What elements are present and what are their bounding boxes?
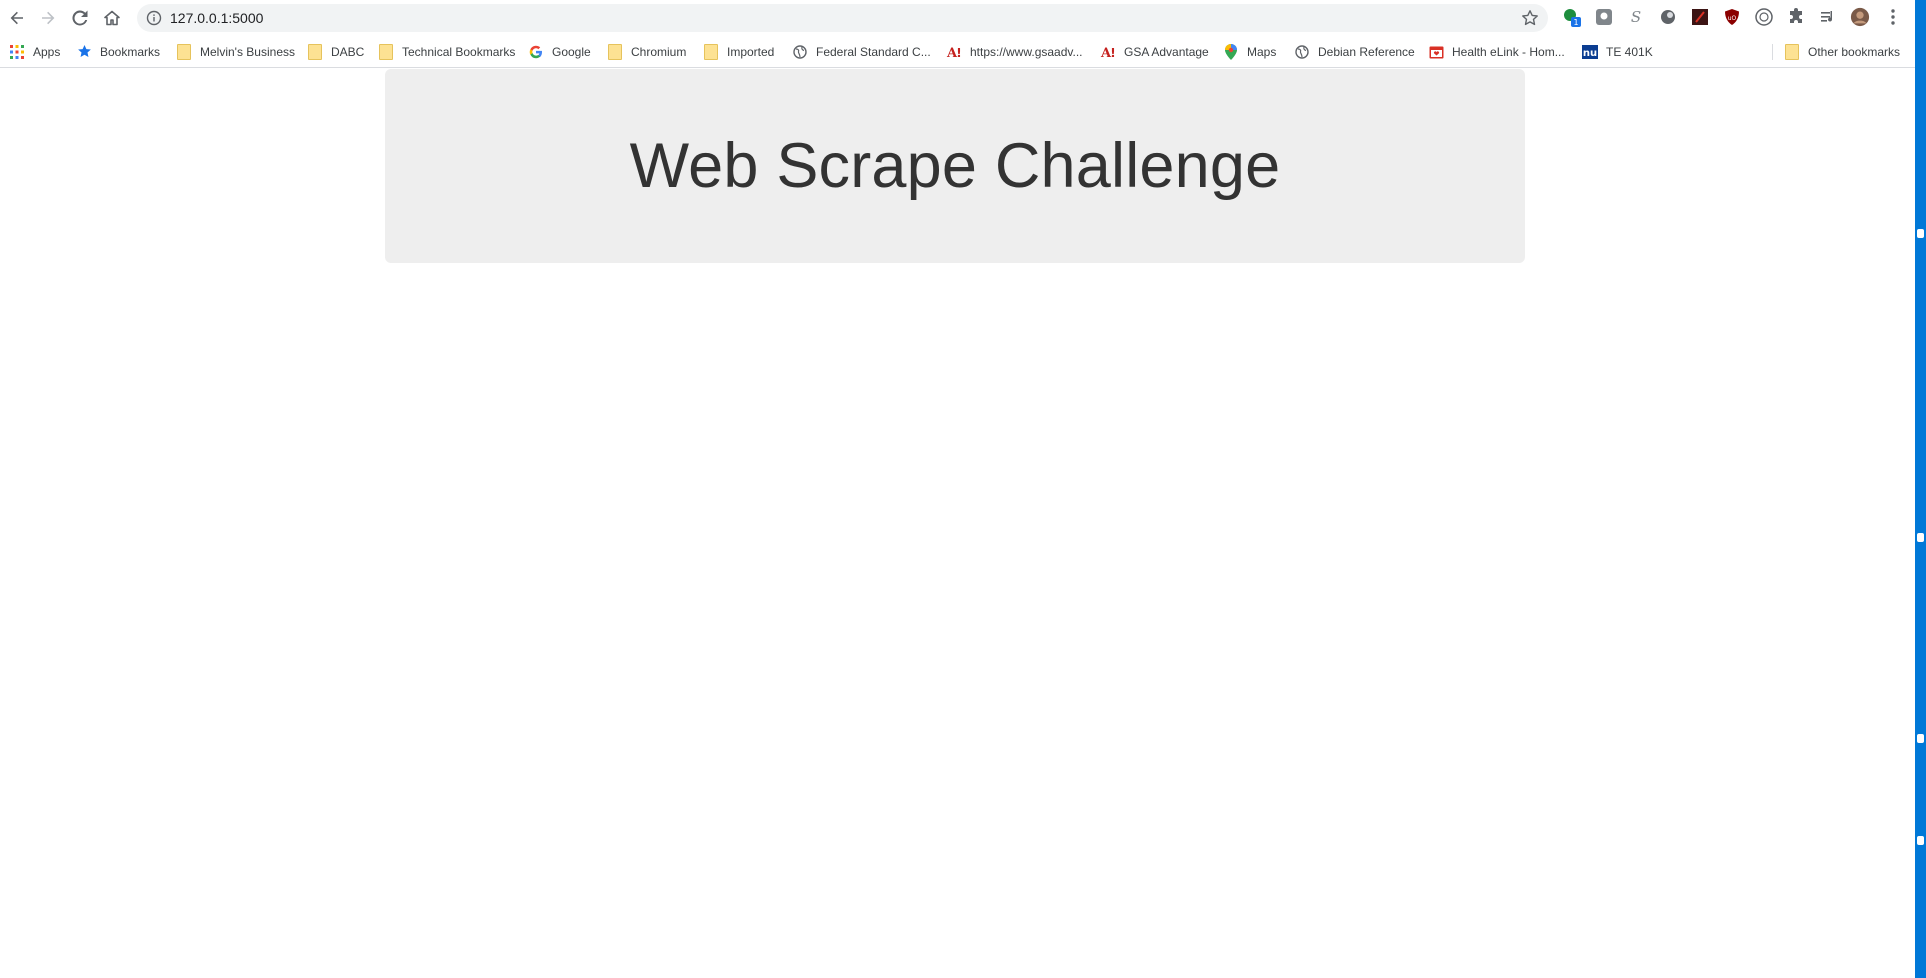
- blue-star-icon: [76, 44, 92, 60]
- bookmark-label: Technical Bookmarks: [402, 44, 516, 59]
- bookmark-label: TE 401K: [1606, 44, 1653, 59]
- bookmark-label: https://www.gsaadv...: [970, 44, 1083, 59]
- green-dot-extension-icon[interactable]: 1: [1562, 7, 1582, 27]
- page-title: Web Scrape Challenge: [629, 131, 1281, 201]
- bookmark-federal-standard[interactable]: Federal Standard C...: [792, 36, 931, 67]
- home-button[interactable]: [98, 4, 126, 32]
- edge-glyph: [1917, 836, 1924, 845]
- puzzle-icon[interactable]: [1786, 7, 1806, 27]
- bookmark-debian-reference[interactable]: Debian Reference: [1294, 36, 1415, 67]
- back-button[interactable]: [3, 4, 31, 32]
- bookmark-health-elink[interactable]: Health eLink - Hom...: [1428, 36, 1565, 67]
- browser-toolbar: 127.0.0.1:5000 1 S uO: [0, 0, 1915, 36]
- bookmark-google[interactable]: Google: [528, 36, 591, 67]
- folder-icon: [378, 43, 394, 60]
- folder-icon: [176, 43, 192, 60]
- extension-badge: 1: [1573, 18, 1578, 27]
- edge-glyph: [1917, 229, 1924, 238]
- maps-pin-icon: [1223, 43, 1239, 60]
- bookmark-other-bookmarks[interactable]: Other bookmarks: [1784, 36, 1900, 67]
- edge-glyph: [1917, 734, 1924, 743]
- profile-avatar[interactable]: [1850, 7, 1870, 27]
- google-g-icon: [528, 44, 544, 60]
- nu-icon: nu: [1582, 44, 1598, 60]
- reload-icon: [72, 10, 88, 26]
- bookmark-folder-imported[interactable]: Imported: [703, 36, 774, 67]
- svg-text:!: !: [1110, 46, 1115, 59]
- bookmark-folder-dabc[interactable]: DABC: [307, 36, 364, 67]
- gsa-a-icon: A !: [1100, 44, 1116, 60]
- bookmark-bookmarks[interactable]: Bookmarks: [76, 36, 160, 67]
- url-text[interactable]: 127.0.0.1:5000: [170, 4, 263, 32]
- bookmark-folder-technical-bookmarks[interactable]: Technical Bookmarks: [378, 36, 515, 67]
- bookmark-label: Federal Standard C...: [816, 44, 931, 59]
- edge-glyph: [1917, 533, 1924, 542]
- arrow-right-icon: [42, 11, 55, 25]
- bookmark-te-401k[interactable]: nu TE 401K: [1582, 36, 1653, 67]
- bookmark-star-icon[interactable]: [1521, 9, 1539, 27]
- red-calendar-icon: [1428, 44, 1444, 60]
- bookmark-label: Google: [552, 44, 591, 59]
- jumbotron: Web Scrape Challenge: [385, 69, 1525, 263]
- bookmark-label: DABC: [331, 44, 365, 59]
- media-queue-icon[interactable]: [1818, 7, 1838, 27]
- svg-text:S: S: [1631, 8, 1641, 26]
- bookmark-gsaadv-url[interactable]: A ! https://www.gsaadv...: [946, 36, 1083, 67]
- reload-button[interactable]: [66, 4, 94, 32]
- bookmarks-bar: Apps Bookmarks Melvin's Business DABC Te…: [0, 36, 1915, 68]
- bookmarks-separator: [1772, 44, 1773, 60]
- globe-icon: [1294, 44, 1310, 60]
- apps-grid-icon: [9, 44, 25, 60]
- forward-button[interactable]: [34, 4, 62, 32]
- folder-icon: [1784, 43, 1800, 60]
- arrow-left-icon: [10, 11, 23, 25]
- bookmark-gsa-advantage[interactable]: A ! GSA Advantage: [1100, 36, 1209, 67]
- kebab-menu-icon[interactable]: [1883, 7, 1903, 27]
- bookmark-label: Apps: [33, 44, 61, 59]
- bookmark-folder-chromium[interactable]: Chromium: [607, 36, 686, 67]
- folder-icon: [307, 43, 323, 60]
- bookmark-maps[interactable]: Maps: [1223, 36, 1276, 67]
- bookmark-label: Other bookmarks: [1808, 44, 1901, 59]
- bookmark-apps[interactable]: Apps: [9, 36, 60, 67]
- circle-outline-extension-icon[interactable]: [1754, 7, 1774, 27]
- grey-square-extension-icon[interactable]: [1594, 7, 1614, 27]
- bookmark-label: Chromium: [631, 44, 687, 59]
- svg-text:!: !: [956, 46, 961, 59]
- svg-text:uO: uO: [1728, 15, 1737, 22]
- bookmark-folder-melvins-business[interactable]: Melvin's Business: [176, 36, 295, 67]
- grey-circle-extension-icon[interactable]: [1658, 7, 1678, 27]
- bookmark-label: Melvin's Business: [200, 44, 295, 59]
- globe-icon: [792, 44, 808, 60]
- folder-icon: [703, 43, 719, 60]
- adjacent-window-edge: [1915, 0, 1926, 978]
- bookmark-label: Imported: [727, 44, 775, 59]
- svg-text:nu: nu: [1583, 48, 1597, 59]
- bookmark-label: Health eLink - Hom...: [1452, 44, 1565, 59]
- gsa-a-icon: A !: [946, 44, 962, 60]
- home-icon: [104, 10, 120, 26]
- info-icon[interactable]: [146, 10, 162, 26]
- folder-icon: [607, 43, 623, 60]
- address-bar[interactable]: 127.0.0.1:5000: [137, 4, 1548, 32]
- s-extension-icon[interactable]: S: [1626, 7, 1646, 27]
- bookmark-label: Debian Reference: [1318, 44, 1415, 59]
- bookmark-label: Maps: [1247, 44, 1277, 59]
- bookmark-label: Bookmarks: [100, 44, 161, 59]
- ublock-shield-icon[interactable]: uO: [1722, 7, 1742, 27]
- bookmark-label: GSA Advantage: [1124, 44, 1209, 59]
- red-square-extension-icon[interactable]: [1690, 7, 1710, 27]
